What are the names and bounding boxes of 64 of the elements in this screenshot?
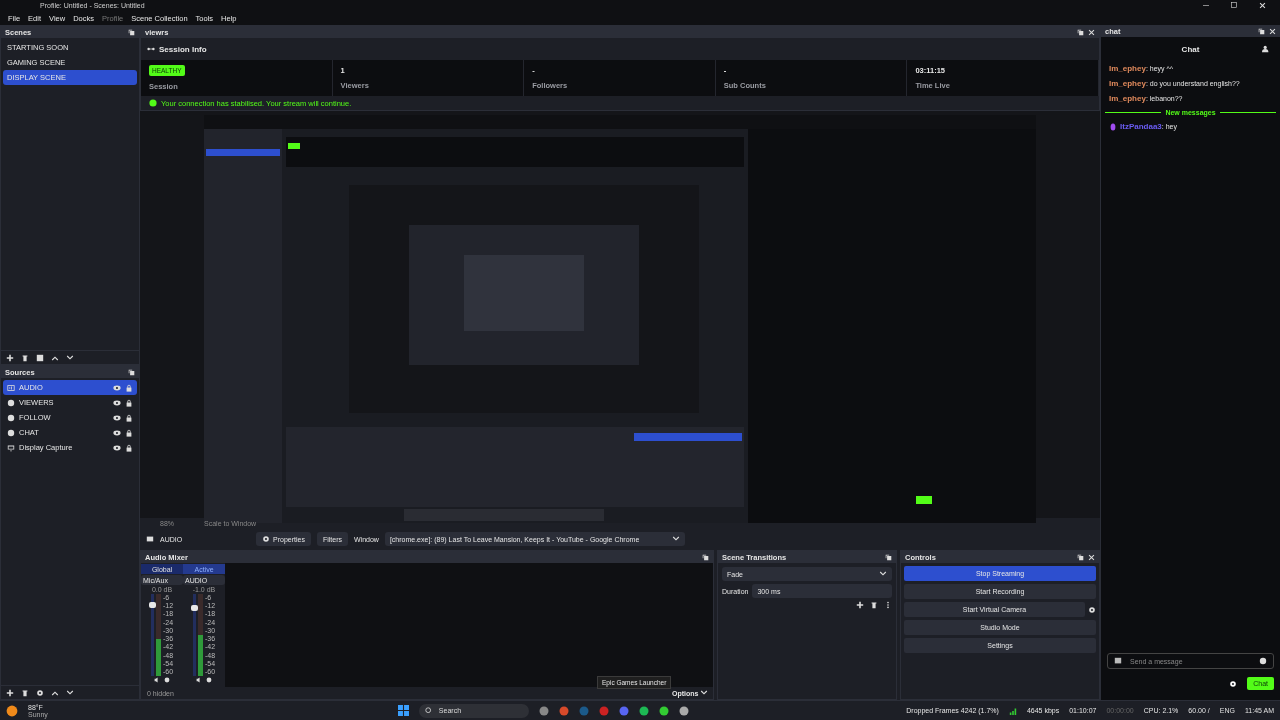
audio-source-icon [7, 383, 15, 392]
undock-icon[interactable] [128, 28, 135, 36]
settings-icon[interactable] [1229, 679, 1238, 688]
close-icon[interactable] [1259, 2, 1266, 9]
delete-icon[interactable] [870, 601, 878, 609]
sun-icon [6, 704, 18, 717]
undock-icon[interactable] [885, 553, 892, 561]
app-icon[interactable] [558, 705, 569, 716]
undock-icon[interactable] [702, 553, 709, 561]
app-icon[interactable] [538, 705, 549, 716]
chevron-down-icon[interactable] [66, 353, 74, 362]
lock-icon[interactable] [125, 443, 133, 452]
volume-slider[interactable] [150, 594, 154, 676]
lock-icon[interactable] [125, 428, 133, 437]
chat-username: Im_ephey [1109, 94, 1146, 103]
more-icon[interactable] [884, 601, 892, 609]
badge-icon [1109, 122, 1117, 131]
check-circle-icon [149, 99, 157, 107]
app-icon[interactable] [678, 705, 689, 716]
app-icon[interactable] [658, 705, 669, 716]
settings-icon[interactable] [36, 688, 44, 697]
windows-icon[interactable] [397, 705, 409, 716]
settings-icon[interactable] [1088, 605, 1096, 614]
delete-icon[interactable] [21, 353, 29, 362]
close-icon[interactable] [1088, 28, 1095, 36]
eye-icon[interactable] [113, 428, 121, 437]
lock-icon[interactable] [125, 398, 133, 407]
slider-thumb[interactable] [148, 601, 156, 608]
delete-icon[interactable] [21, 688, 29, 697]
chevron-down-icon[interactable] [671, 535, 680, 543]
eye-icon[interactable] [113, 383, 121, 392]
app-icon[interactable] [638, 705, 649, 716]
undock-icon[interactable] [1077, 553, 1084, 561]
chat-username: Im_ephey [1109, 79, 1146, 88]
add-icon[interactable] [6, 353, 14, 362]
close-icon[interactable] [1269, 27, 1276, 35]
undock-icon[interactable] [1077, 28, 1084, 36]
undock-icon[interactable] [1258, 27, 1265, 35]
maximize-icon[interactable] [1231, 2, 1237, 8]
settings-icon[interactable] [262, 535, 270, 543]
undock-icon[interactable] [128, 368, 135, 376]
volume-slider[interactable] [192, 594, 196, 676]
eye-icon[interactable] [113, 443, 121, 452]
lock-icon[interactable] [125, 413, 133, 422]
minimize-icon[interactable] [1203, 2, 1209, 8]
audio-source-icon [146, 535, 154, 543]
users-icon [1262, 45, 1270, 53]
add-icon[interactable] [856, 601, 864, 609]
signal-icon [1008, 706, 1017, 715]
app-icon[interactable] [618, 705, 629, 716]
eye-icon[interactable] [113, 398, 121, 407]
chat-username: Im_ephey [1109, 64, 1146, 73]
broadcast-icon [147, 45, 155, 53]
slider-thumb[interactable] [190, 605, 198, 612]
chevron-down-icon[interactable] [66, 688, 74, 697]
chevron-down-icon[interactable] [700, 689, 709, 697]
close-icon[interactable] [1088, 553, 1095, 561]
chat-heading: Chat [1181, 44, 1200, 54]
section-heading: Session Info [159, 44, 207, 54]
eye-icon[interactable] [113, 413, 121, 422]
chevron-down-icon[interactable] [879, 570, 887, 578]
add-icon[interactable] [6, 688, 14, 697]
monitor-icon [7, 443, 15, 452]
search-icon [424, 706, 433, 715]
